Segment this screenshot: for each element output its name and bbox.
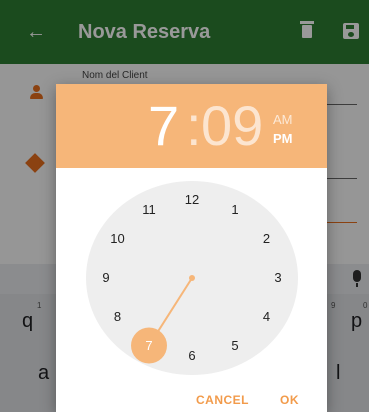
am-toggle[interactable]: AM	[273, 112, 293, 127]
time-separator: :	[186, 94, 202, 157]
pm-toggle[interactable]: PM	[273, 131, 293, 146]
clock-hour-2[interactable]: 2	[254, 230, 278, 248]
clock-hour-1[interactable]: 1	[223, 201, 247, 219]
clock-center	[189, 275, 195, 281]
time-picker-dialog: 7 : 09 AM PM 12 1 2 3 4 5 6 7 8 9 10 11 CANCEL OK	[56, 84, 327, 412]
clock-face[interactable]: 12 1 2 3 4 5 6 7 8 9 10 11	[86, 181, 298, 375]
ok-button[interactable]: OK	[280, 393, 299, 407]
time-header: 7 : 09 AM PM	[56, 84, 327, 168]
clock-hour-8[interactable]: 8	[106, 308, 130, 326]
cancel-button[interactable]: CANCEL	[196, 393, 249, 407]
hour-display[interactable]: 7	[148, 94, 179, 158]
clock-hour-6[interactable]: 6	[180, 347, 204, 365]
clock-hour-3[interactable]: 3	[266, 269, 290, 287]
clock-hour-5[interactable]: 5	[223, 337, 247, 355]
clock-hour-10[interactable]: 10	[106, 230, 130, 248]
clock-hour-4[interactable]: 4	[254, 308, 278, 326]
minute-display[interactable]: 09	[201, 94, 263, 158]
clock-hour-7[interactable]: 7	[137, 337, 161, 355]
clock-hour-9[interactable]: 9	[94, 269, 118, 287]
clock-hour-12[interactable]: 12	[180, 191, 204, 209]
clock-hour-11[interactable]: 11	[137, 201, 161, 219]
